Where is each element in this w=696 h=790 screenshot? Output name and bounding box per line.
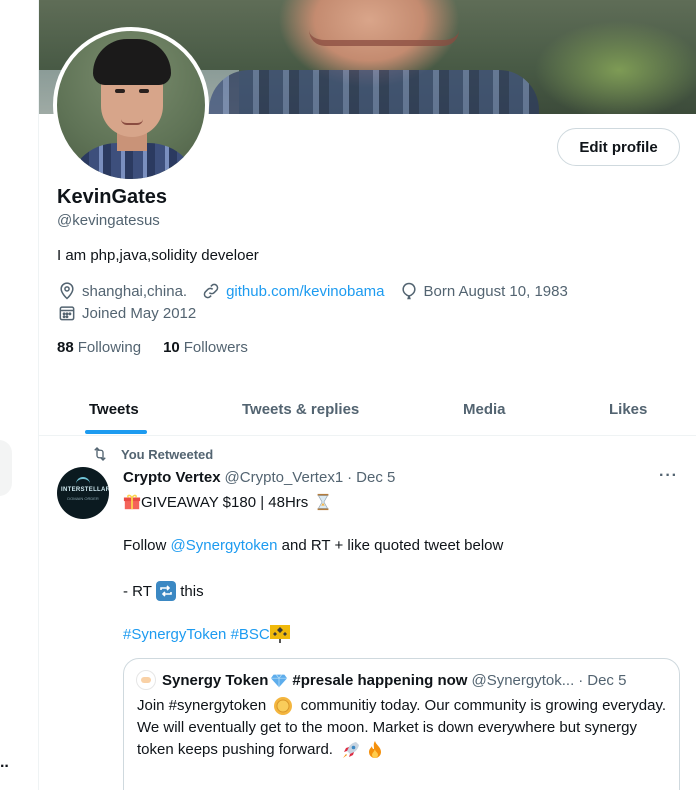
tweet-item[interactable]: You Retweeted INTERSTELLAR DOMAIN ORDER … (39, 437, 696, 790)
location-pin-icon (60, 282, 74, 300)
tweet-author-handle[interactable]: @Crypto_Vertex1 (225, 469, 344, 486)
profile-main: Edit profile KevinGates @kevingatesus I … (39, 0, 696, 790)
quoted-author-avatar (136, 670, 156, 690)
profile-website-link[interactable]: github.com/kevinobama (226, 283, 384, 300)
tab-likes[interactable]: Likes (609, 382, 647, 436)
tweet-author-avatar[interactable]: INTERSTELLAR DOMAIN ORDER (57, 467, 109, 519)
retweet-label: You Retweeted (121, 446, 214, 462)
repeat-emoji-icon (156, 581, 177, 601)
quoted-text-part1: Join #synergytoken (137, 697, 267, 714)
tweet-rt-prefix: - RT (123, 582, 152, 600)
tweet-separator: · (347, 469, 353, 486)
gift-icon (123, 494, 141, 510)
profile-location: shanghai,china. (57, 281, 187, 301)
tweet-line-hashtags: #SynergyToken #BSC (123, 625, 290, 643)
tab-media[interactable]: Media (463, 382, 506, 436)
calendar-icon (59, 306, 75, 321)
link-icon (203, 283, 219, 299)
follow-stats: 88 Following 10 Followers (57, 339, 270, 356)
active-tab-indicator (85, 430, 147, 434)
avatar-logo-subtext: DOMAIN ORDER (67, 496, 99, 501)
more-options-icon[interactable]: ·· (0, 758, 10, 776)
tweet-header: Crypto Vertex @Crypto_Vertex1 · Dec 5 (123, 469, 395, 486)
retweet-icon (94, 447, 106, 461)
profile-birthday-text: Born August 10, 1983 (423, 282, 568, 300)
quoted-author-handle: @Synergytok... (471, 671, 575, 689)
profile-handle: @kevingatesus (57, 212, 160, 229)
bsc-logo-icon (269, 625, 290, 643)
quoted-author-name-suffix: #presale happening now (292, 671, 468, 689)
quoted-tweet-header: Synergy Token #presale happening now @Sy… (136, 670, 626, 690)
followers-count[interactable]: 10 (163, 339, 180, 356)
tweet-mention-link[interactable]: @Synergytoken (171, 537, 278, 554)
tweet-follow-prefix: Follow (123, 537, 167, 554)
quoted-tweet[interactable]: Synergy Token #presale happening now @Sy… (123, 658, 680, 790)
following-count[interactable]: 88 (57, 339, 74, 356)
sidebar-nav-highlight[interactable] (0, 440, 12, 496)
quoted-separator: · (578, 671, 584, 689)
profile-meta-row: shanghai,china. github.com/kevinobama Bo… (57, 281, 582, 301)
profile-joined-text: Joined May 2012 (82, 304, 197, 322)
rocket-icon (343, 742, 360, 759)
profile-location-text: shanghai,china. (82, 282, 188, 300)
tweet-line-follow: Follow @Synergytoken and RT + like quote… (123, 537, 503, 554)
tweet-date[interactable]: Dec 5 (356, 469, 395, 486)
balloon-icon (401, 282, 416, 300)
tab-tweets-replies[interactable]: Tweets & replies (242, 382, 359, 436)
profile-avatar[interactable] (53, 27, 209, 183)
tab-tweets[interactable]: Tweets (89, 382, 139, 436)
profile-birthday: Born August 10, 1983 (399, 281, 568, 301)
quoted-author-name: Synergy Token (162, 671, 269, 689)
tweet-line-giveaway: GIVEAWAY $180 | 48Hrs (123, 493, 332, 511)
coin-icon (274, 697, 293, 716)
hashtag-synergytoken[interactable]: #SynergyToken (123, 626, 226, 643)
tweet-giveaway-text: GIVEAWAY $180 | 48Hrs (141, 493, 309, 511)
profile-joined-row: Joined May 2012 (57, 303, 210, 323)
tweet-more-icon[interactable]: ··· (659, 467, 678, 485)
profile-display-name: KevinGates (57, 186, 168, 208)
edit-profile-button[interactable]: Edit profile (557, 128, 680, 166)
hashtag-bsc[interactable]: #BSC (231, 626, 270, 643)
retweet-indicator: You Retweeted (91, 445, 213, 463)
tweet-author-name[interactable]: Crypto Vertex (123, 469, 221, 486)
tweet-follow-suffix: and RT + like quoted tweet below (281, 537, 504, 554)
followers-label[interactable]: Followers (184, 339, 248, 356)
hourglass-icon (317, 493, 329, 511)
avatar-logo-text: INTERSTELLAR (61, 487, 109, 493)
quoted-date: Dec 5 (587, 671, 627, 689)
profile-tabs: Tweets Tweets & replies Media Likes (39, 382, 696, 436)
left-sidebar: ·· (0, 0, 39, 790)
quoted-tweet-text: Join #synergytoken communitiy today. Our… (137, 695, 667, 761)
tweet-rt-suffix: this (180, 582, 204, 600)
profile-bio: I am php,java,solidity develoer (57, 247, 259, 264)
tweet-line-rt: - RT this (123, 581, 204, 601)
following-label[interactable]: Following (78, 339, 141, 356)
gem-icon (271, 674, 288, 688)
fire-icon (369, 741, 382, 759)
profile-website[interactable]: github.com/kevinobama (201, 281, 385, 301)
